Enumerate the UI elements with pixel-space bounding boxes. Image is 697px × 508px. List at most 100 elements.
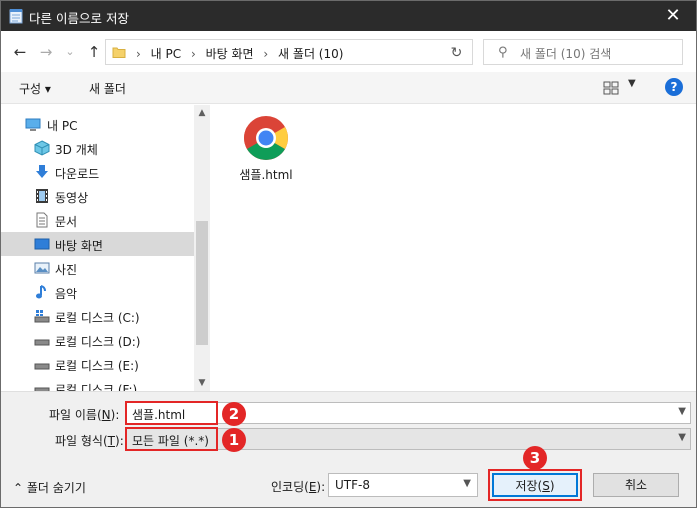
tree-label: 바탕 화면 [55,239,103,253]
step-badge-3: 3 [523,446,547,470]
address-bar[interactable]: › 내 PC › 바탕 화면 › 새 폴더 (10) [105,39,473,65]
tree-label: 로컬 디스크 (D:) [55,335,141,349]
filename-label: 파일 이름(N): [49,406,119,423]
cancel-button[interactable]: 취소 [593,473,679,497]
tree-item-music[interactable]: 음악 [1,280,194,304]
drive-icon [34,363,50,370]
scrollbar-thumb[interactable] [196,221,208,345]
access-key: N [101,408,111,422]
access-key: T [107,434,116,448]
tree-item-this-pc[interactable]: 내 PC [1,112,194,136]
recent-locations-button[interactable]: ⌄ [63,41,77,63]
system-drive-icon [34,310,50,323]
computer-icon [25,118,41,131]
search-icon: ⚲ [498,45,508,60]
tree-label: 로컬 디스크 (F:) [55,383,138,391]
new-folder-button[interactable]: 새 폴더 [89,80,126,97]
tree-label: 음악 [55,287,78,301]
title-bar: 다른 이름으로 저장 ✕ [1,1,696,31]
label-text: ): [316,480,326,494]
access-key: S [542,479,550,493]
breadcrumb-item-new-folder-10[interactable]: 새 폴더 (10) [278,47,343,61]
navigation-scrollbar[interactable]: ▲ ▼ [194,105,210,391]
tree-label: 3D 개체 [55,143,98,157]
back-button[interactable]: ← [11,41,29,63]
close-button[interactable]: ✕ [650,1,696,31]
save-options-panel: 파일 이름(N): 샘플.html ▼ 파일 형식(T): 모든 파일 (*.*… [1,391,696,507]
forward-button[interactable]: → [37,41,55,63]
address-row: ← → ⌄ ↑ › 내 PC › 바탕 화면 › 새 폴더 (10) ↻ ⚲ 새… [1,32,696,72]
chevron-down-icon[interactable]: ▼ [463,478,471,489]
tree-item-downloads[interactable]: 다운로드 [1,160,194,184]
drive-icon [34,339,50,346]
step-badge-1: 1 [222,428,246,452]
highlight-box-filename [125,401,218,425]
window-title: 다른 이름으로 저장 [29,11,129,26]
tree-label: 문서 [55,215,78,229]
save-button[interactable]: 저장(S) [492,473,578,497]
tree-item-local-disk-f[interactable]: 로컬 디스크 (F:) [1,376,194,391]
hide-folders-button[interactable]: ⌃ 폴더 숨기기 [13,479,86,496]
download-arrow-icon [36,165,48,178]
scroll-up-icon[interactable]: ▲ [194,105,210,121]
film-icon [36,189,48,203]
notepad-icon [9,9,23,24]
navigation-pane: 내 PC 3D 개체 다운로드 동영상 문서 바탕 화면 사진 음악 로컬 디스… [1,105,210,391]
filetype-label: 파일 형식(T): [55,432,124,449]
search-input[interactable]: ⚲ 새 폴더 (10) 검색 [483,39,683,65]
label-text: ): [115,434,124,448]
desktop-icon [34,238,50,250]
save-as-dialog: 다른 이름으로 저장 ✕ ← → ⌄ ↑ › 내 PC › 바탕 화면 › 새 … [0,0,697,508]
tree-item-local-disk-e[interactable]: 로컬 디스크 (E:) [1,352,194,376]
tree-item-local-disk-c[interactable]: 로컬 디스크 (C:) [1,304,194,328]
label-text: 파일 형식( [55,434,108,448]
up-button[interactable]: ↑ [85,41,103,63]
encoding-label: 인코딩(E): [271,478,325,495]
scroll-down-icon[interactable]: ▼ [194,375,210,391]
tree-label: 사진 [55,263,78,277]
tree-item-desktop[interactable]: 바탕 화면 [1,232,194,256]
help-icon[interactable]: ? [665,78,683,96]
drive-icon [34,387,50,391]
tree-item-3d-objects[interactable]: 3D 개체 [1,136,194,160]
label-text: ): [110,408,120,422]
cube-icon [34,140,50,156]
breadcrumb-item-this-pc[interactable]: 내 PC [151,47,181,61]
picture-icon [34,262,50,274]
view-dropdown-icon[interactable]: ▼ [628,78,636,89]
chevron-down-icon[interactable]: ▼ [678,406,686,417]
tree-label: 로컬 디스크 (C:) [55,311,140,325]
breadcrumb-item-desktop[interactable]: 바탕 화면 [206,47,254,61]
tree-label: 로컬 디스크 (E:) [55,359,139,373]
label-text: 파일 이름( [49,408,102,422]
refresh-button[interactable]: ↻ [441,39,473,65]
organize-button[interactable]: 구성 ▾ [19,80,51,97]
button-text: 저장( [515,479,543,493]
tree-item-pictures[interactable]: 사진 [1,256,194,280]
file-list: 샘플.html [211,105,696,391]
toolbar: 구성 ▾ 새 폴더 ▼ ? [1,72,696,104]
breadcrumb-separator: › [190,47,196,61]
encoding-value: UTF-8 [335,478,370,492]
chrome-icon [244,116,288,160]
breadcrumb-separator: › [263,47,269,61]
search-placeholder: 새 폴더 (10) 검색 [520,47,612,61]
tree-item-documents[interactable]: 문서 [1,208,194,232]
tree-item-local-disk-d[interactable]: 로컬 디스크 (D:) [1,328,194,352]
file-name: 샘플.html [239,168,293,182]
document-icon [36,212,48,228]
button-text: ) [549,479,555,493]
tree-label: 내 PC [47,119,78,133]
breadcrumb-separator: › [136,47,141,61]
label-text: 인코딩( [271,480,309,494]
file-item[interactable]: 샘플.html [231,111,301,191]
view-options-icon[interactable] [603,81,619,95]
tree-item-videos[interactable]: 동영상 [1,184,194,208]
chevron-down-icon[interactable]: ▼ [678,432,686,443]
tree-label: 다운로드 [55,167,100,181]
encoding-select[interactable]: UTF-8 ▼ [328,473,478,497]
tree-label: 동영상 [55,191,89,205]
step-badge-2: 2 [222,402,246,426]
music-note-icon [36,285,46,299]
highlight-box-filetype [125,427,218,451]
